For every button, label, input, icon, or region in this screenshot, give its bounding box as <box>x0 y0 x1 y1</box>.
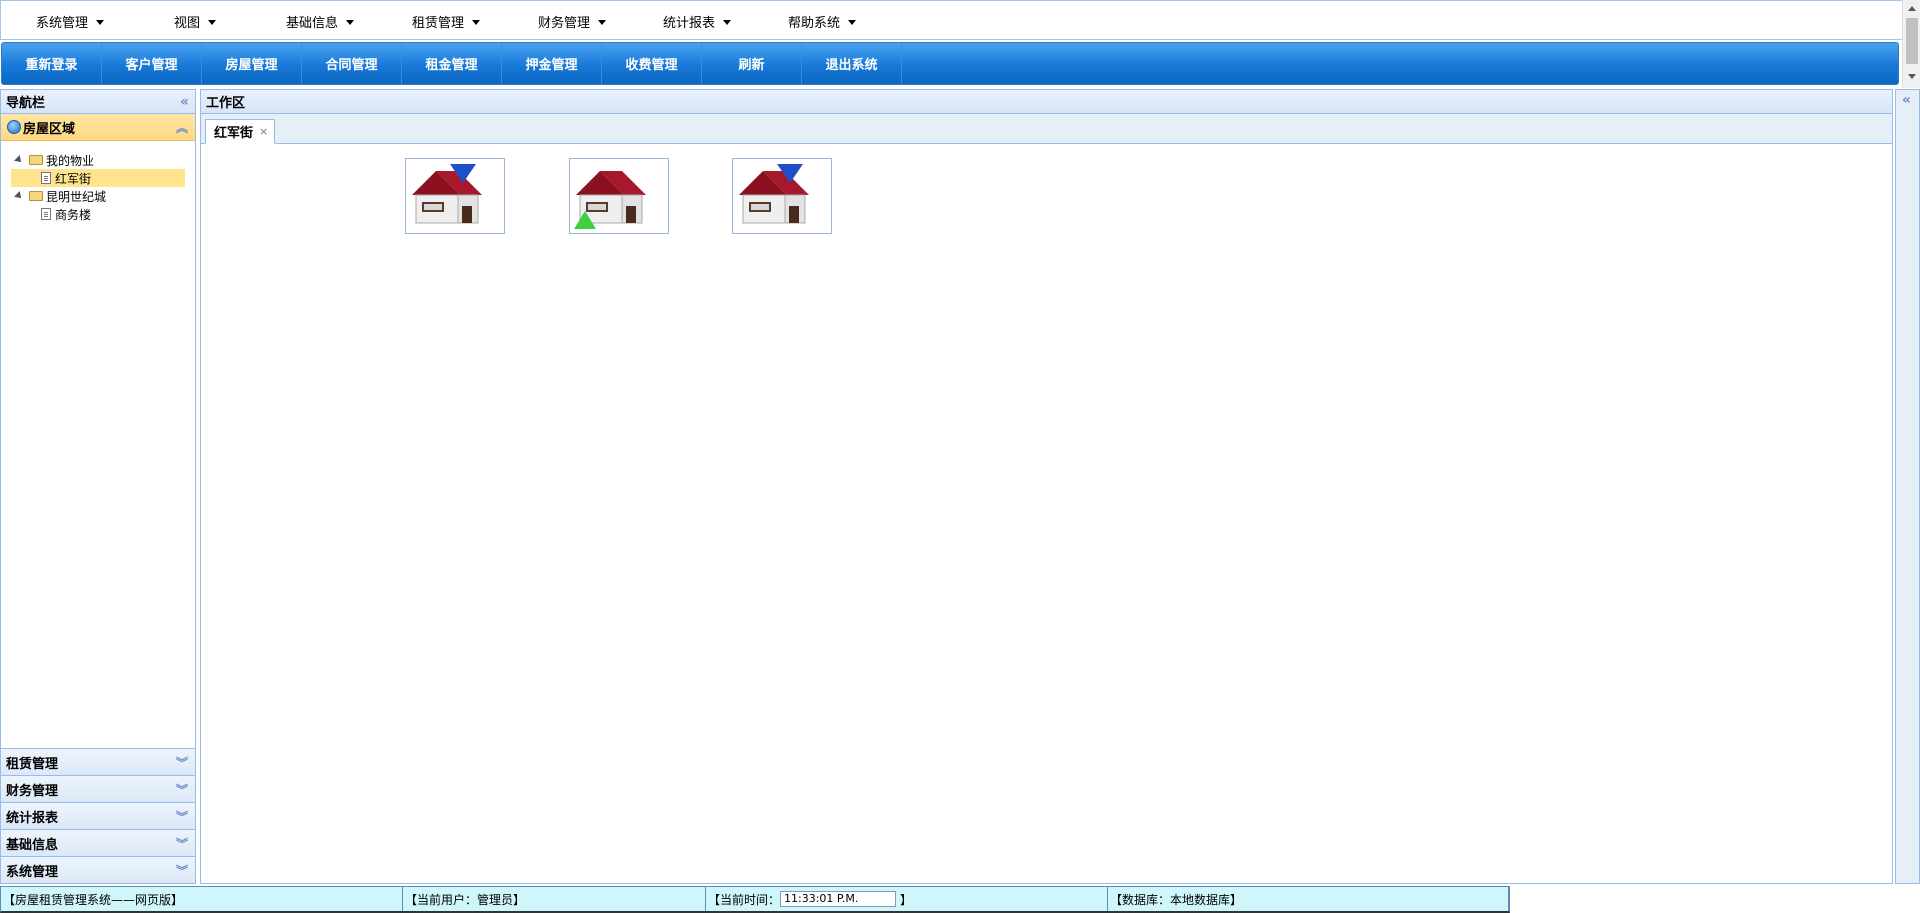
time-field: 11:33:01 P.M. <box>780 891 897 907</box>
document-icon <box>41 208 51 220</box>
tree-leaf-label: 红军街 <box>55 171 92 186</box>
accordion-house-area[interactable]: 房屋区域 ︽ <box>1 114 195 141</box>
tab-hongjunjie[interactable]: 红军街 × <box>205 119 276 144</box>
close-icon[interactable]: × <box>259 125 268 138</box>
caret-down-icon <box>723 19 732 25</box>
relogin-button[interactable]: 重新登录 <box>2 43 102 84</box>
property-tree: 我的物业 红军街 昆明世纪城 商务楼 <box>1 141 195 223</box>
expand-arrow-icon[interactable] <box>14 155 24 165</box>
status-bar: 【房屋租赁管理系统——网页版】 【当前用户：管理员】 【当前时间： 11:33:… <box>0 886 1510 913</box>
accordion-reports[interactable]: 统计报表 ︾ <box>1 802 195 829</box>
accordion-label: 统计报表 <box>6 810 59 826</box>
rent-button[interactable]: 租金管理 <box>402 43 502 84</box>
double-chevron-down-icon[interactable]: ︾ <box>176 808 188 825</box>
folder-icon <box>29 191 43 201</box>
nav-title: 导航栏 <box>6 96 46 111</box>
menu-label: 基础信息 <box>286 16 339 31</box>
house-icon <box>739 164 809 224</box>
house-icon <box>574 171 646 229</box>
time-end: 】 <box>900 892 913 907</box>
double-chevron-down-icon[interactable]: ︾ <box>176 862 188 879</box>
accordion-label: 房屋区域 <box>23 121 76 137</box>
document-icon <box>41 172 51 184</box>
house-icon <box>412 164 482 224</box>
work-title: 工作区 <box>206 96 246 111</box>
menu-label: 租赁管理 <box>412 16 465 31</box>
menu-base-info[interactable]: 基础信息 <box>286 12 355 31</box>
double-chevron-left-icon[interactable]: « <box>180 94 189 110</box>
page-scrollbar[interactable] <box>1902 0 1920 88</box>
menu-reports[interactable]: 统计报表 <box>663 12 732 31</box>
fee-button[interactable]: 收费管理 <box>602 43 702 84</box>
accordion-lease[interactable]: 租赁管理 ︾ <box>1 748 195 775</box>
exit-button[interactable]: 退出系统 <box>802 43 902 84</box>
accordion-label: 系统管理 <box>6 864 59 880</box>
customer-button[interactable]: 客户管理 <box>102 43 202 84</box>
house-button[interactable]: 房屋管理 <box>202 43 302 84</box>
deposit-button[interactable]: 押金管理 <box>502 43 602 84</box>
nav-header: 导航栏 « <box>1 90 195 114</box>
tree-node-label: 我的物业 <box>46 153 95 168</box>
double-chevron-left-icon[interactable]: « <box>1902 92 1911 108</box>
accordion-base-info[interactable]: 基础信息 ︾ <box>1 829 195 856</box>
menu-label: 统计报表 <box>663 16 716 31</box>
accordion-finance[interactable]: 财务管理 ︾ <box>1 775 195 802</box>
nav-panel: 导航栏 « 房屋区域 ︽ 我的物业 红军街 昆明世纪城 商务楼 租赁管理 ︾ 财务… <box>0 89 196 884</box>
main-toolbar: 重新登录 客户管理 房屋管理 合同管理 租金管理 押金管理 收费管理 刷新 退出… <box>1 42 1899 85</box>
double-chevron-up-icon[interactable]: ︽ <box>176 119 188 136</box>
caret-down-icon <box>472 19 481 25</box>
menu-label: 系统管理 <box>36 16 89 31</box>
caret-down-icon <box>208 19 217 25</box>
tree-leaf-hongjunjie[interactable]: 红军街 <box>11 169 185 187</box>
status-system: 【房屋租赁管理系统——网页版】 <box>1 887 403 911</box>
double-chevron-down-icon[interactable]: ︾ <box>176 754 188 771</box>
accordion-label: 租赁管理 <box>6 756 59 772</box>
accordion-label: 财务管理 <box>6 783 59 799</box>
tree-node-kunming[interactable]: 昆明世纪城 <box>14 187 195 205</box>
menu-finance[interactable]: 财务管理 <box>538 12 607 31</box>
scroll-up-icon[interactable] <box>1908 6 1916 11</box>
status-db: 【数据库：本地数据库】 <box>1108 887 1509 911</box>
refresh-button[interactable]: 刷新 <box>702 43 802 84</box>
menu-label: 帮助系统 <box>788 16 841 31</box>
accordion-label: 基础信息 <box>6 837 59 853</box>
menu-label: 视图 <box>174 16 201 31</box>
tree-node-label: 昆明世纪城 <box>46 189 107 204</box>
folder-icon <box>29 155 43 165</box>
time-label: 【当前时间： <box>708 892 781 907</box>
tab-strip: 红军街 × <box>201 114 1892 144</box>
caret-down-icon <box>96 19 105 25</box>
expand-arrow-icon[interactable] <box>14 191 24 201</box>
scroll-down-icon[interactable] <box>1908 74 1916 79</box>
menu-help[interactable]: 帮助系统 <box>788 12 857 31</box>
menu-system[interactable]: 系统管理 <box>36 12 105 31</box>
double-chevron-down-icon[interactable]: ︾ <box>176 835 188 852</box>
caret-down-icon <box>848 19 857 25</box>
house-tile[interactable] <box>569 158 669 234</box>
tab-label: 红军街 <box>214 126 254 141</box>
house-tile[interactable] <box>732 158 832 234</box>
caret-down-icon <box>598 19 607 25</box>
menu-lease[interactable]: 租赁管理 <box>412 12 481 31</box>
menu-label: 财务管理 <box>538 16 591 31</box>
tree-leaf-business[interactable]: 商务楼 <box>11 205 185 223</box>
tree-leaf-label: 商务楼 <box>55 207 92 222</box>
globe-icon <box>7 120 21 134</box>
top-menubar: 系统管理 视图 基础信息 租赁管理 财务管理 统计报表 帮助系统 <box>0 0 1910 40</box>
house-tile[interactable] <box>405 158 505 234</box>
menu-view[interactable]: 视图 <box>174 12 217 31</box>
scroll-thumb[interactable] <box>1906 18 1918 64</box>
work-header: 工作区 <box>201 90 1892 114</box>
tree-node-my-property[interactable]: 我的物业 <box>14 151 195 169</box>
status-time: 【当前时间： 11:33:01 P.M. 】 <box>706 887 1108 911</box>
east-panel: « <box>1895 89 1920 884</box>
accordion-system[interactable]: 系统管理 ︾ <box>1 856 195 883</box>
caret-down-icon <box>346 19 355 25</box>
work-area: 工作区 红军街 × <box>200 89 1893 884</box>
status-user: 【当前用户：管理员】 <box>403 887 706 911</box>
double-chevron-down-icon[interactable]: ︾ <box>176 781 188 798</box>
accordion-list: 租赁管理 ︾ 财务管理 ︾ 统计报表 ︾ 基础信息 ︾ 系统管理 ︾ <box>1 748 195 883</box>
contract-button[interactable]: 合同管理 <box>302 43 402 84</box>
